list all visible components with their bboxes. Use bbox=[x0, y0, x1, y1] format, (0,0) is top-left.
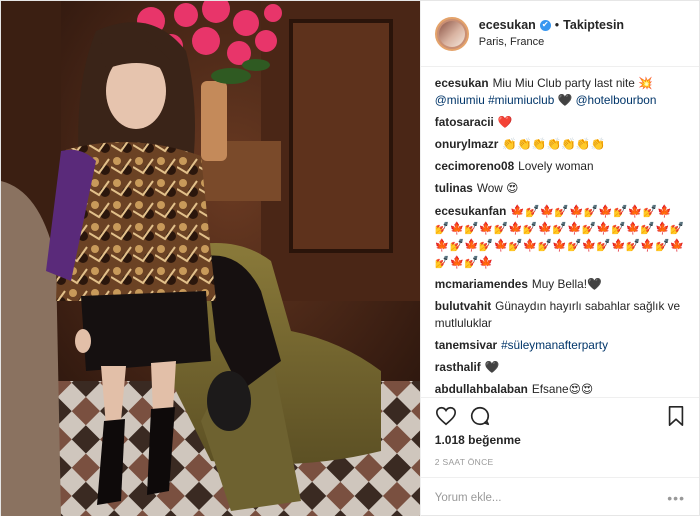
post-sidebar: ecesukan ✔ • Takiptesin Paris, France ec… bbox=[419, 1, 699, 516]
header-username[interactable]: ecesukan bbox=[479, 17, 536, 33]
comment-username[interactable]: ecesukanfan bbox=[435, 204, 506, 218]
comments-list: ecesukan Miu Miu Club party last nite 💥 @… bbox=[421, 67, 699, 397]
comment-item: cecimoreno08 Lovely woman bbox=[435, 158, 685, 175]
verified-icon: ✔ bbox=[539, 19, 551, 31]
comment-text: 👏👏👏👏👏👏👏 bbox=[502, 137, 606, 152]
comment-button[interactable] bbox=[467, 403, 493, 429]
comment-item: tulinas Wow 😍 bbox=[435, 180, 685, 197]
comment-tag-link[interactable]: #miumiuclub bbox=[488, 93, 554, 107]
comment-item: rasthalif 🖤 bbox=[435, 359, 685, 376]
post-timestamp[interactable]: 2 SAAT ÖNCE bbox=[421, 451, 699, 477]
heart-icon bbox=[435, 406, 456, 425]
party-photo-image bbox=[1, 1, 420, 516]
comment-text: Miu Miu Club party last nite 💥 bbox=[492, 76, 653, 90]
bookmark-icon bbox=[668, 405, 684, 426]
comment-text: Muy Bella!🖤 bbox=[531, 276, 602, 291]
comment-tag-link[interactable]: @hotelbourbon bbox=[576, 93, 657, 107]
comment-username[interactable]: fatosaracii bbox=[435, 115, 494, 129]
comment-username[interactable]: bulutvahit bbox=[435, 299, 491, 313]
comment-input[interactable] bbox=[434, 491, 635, 504]
comment-item: ecesukanfan 🍁💅🍁💅🍁💅🍁💅🍁💅🍁💅🍁💅🍁💅🍁💅🍁💅🍁💅🍁💅🍁💅🍁💅🍁… bbox=[435, 203, 685, 271]
more-options-icon[interactable]: ••• bbox=[667, 490, 685, 506]
header-row: ecesukan ✔ • Takiptesin bbox=[479, 17, 624, 33]
header-text: ecesukan ✔ • Takiptesin Paris, France bbox=[479, 17, 624, 50]
comment-item: abdullahbalaban Efsane😍😍 bbox=[435, 381, 685, 397]
comment-item: ecesukan Miu Miu Club party last nite 💥 @… bbox=[435, 75, 685, 109]
add-comment-bar: ••• bbox=[420, 477, 699, 516]
comment-tag-link[interactable]: @miumiu bbox=[435, 93, 485, 107]
save-button[interactable] bbox=[663, 403, 689, 429]
comment-username[interactable]: rasthalif bbox=[435, 360, 481, 374]
comment-text: ❤️ bbox=[497, 115, 513, 130]
comment-item: onurylmazr 👏👏👏👏👏👏👏 bbox=[435, 136, 685, 153]
comment-item: fatosaracii ❤️ bbox=[435, 114, 685, 131]
likes-count[interactable]: 1.018 beğenme bbox=[421, 433, 699, 451]
comment-username[interactable]: abdullahbalaban bbox=[435, 382, 528, 396]
comment-username[interactable]: tulinas bbox=[435, 181, 473, 195]
comment-icon bbox=[470, 406, 489, 425]
comment-item: mcmariamendes Muy Bella!🖤 bbox=[435, 276, 685, 293]
comment-item: tanemsivar #süleymanafterparty bbox=[435, 337, 685, 354]
comment-text: 🖤 bbox=[484, 360, 500, 375]
comment-text: Efsane😍😍 bbox=[531, 382, 594, 397]
comment-username[interactable]: cecimoreno08 bbox=[435, 159, 514, 173]
comment-text: Lovely woman bbox=[518, 159, 594, 174]
action-bar bbox=[420, 397, 699, 433]
following-button[interactable]: Takiptesin bbox=[563, 17, 624, 33]
avatar[interactable] bbox=[434, 16, 469, 51]
comment-item: bulutvahit Günaydın hayırlı sabahlar sağl… bbox=[435, 298, 685, 332]
instagram-post: ecesukan ✔ • Takiptesin Paris, France ec… bbox=[0, 0, 700, 516]
post-photo[interactable] bbox=[1, 1, 420, 516]
location-link[interactable]: Paris, France bbox=[479, 35, 624, 49]
separator-dot: • bbox=[554, 18, 560, 33]
comment-text: 🖤 bbox=[554, 93, 576, 108]
comment-username[interactable]: tanemsivar bbox=[435, 338, 497, 352]
post-header: ecesukan ✔ • Takiptesin Paris, France bbox=[420, 1, 699, 67]
like-button[interactable] bbox=[433, 403, 459, 429]
comment-username[interactable]: mcmariamendes bbox=[435, 277, 528, 291]
comment-text: Wow 😍 bbox=[476, 181, 519, 196]
comment-username[interactable]: onurylmazr bbox=[435, 137, 499, 151]
comment-tag-link[interactable]: #süleymanafterparty bbox=[501, 338, 608, 352]
comment-username[interactable]: ecesukan bbox=[435, 76, 489, 90]
